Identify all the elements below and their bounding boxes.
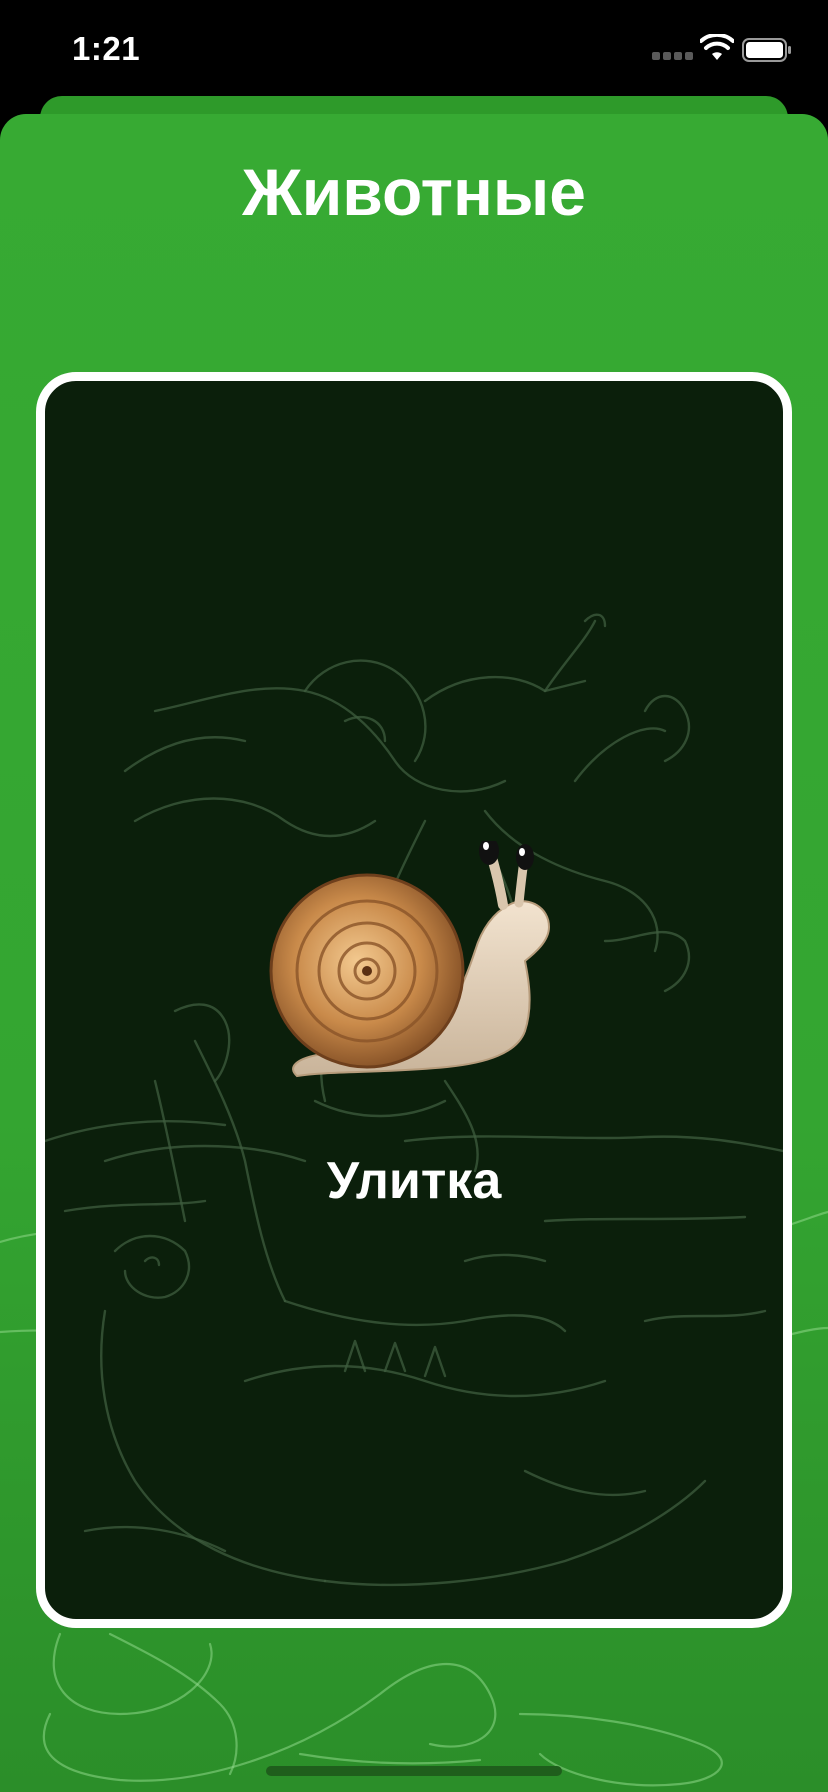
status-bar: 1:21 (0, 0, 828, 96)
cellular-signal-icon (652, 52, 693, 62)
battery-icon (742, 38, 791, 62)
app-screen: 1:21 Животные Улитка (0, 0, 828, 1792)
category-sheet: Животные Улитка (0, 114, 828, 1792)
flash-card[interactable]: Улитка (36, 372, 792, 1628)
home-indicator[interactable] (266, 1766, 562, 1776)
status-time: 1:21 (72, 30, 141, 67)
category-title: Животные (242, 155, 586, 229)
card-word-label: Улитка (326, 1152, 502, 1210)
wifi-icon (700, 34, 734, 60)
snail-icon (269, 841, 551, 1078)
